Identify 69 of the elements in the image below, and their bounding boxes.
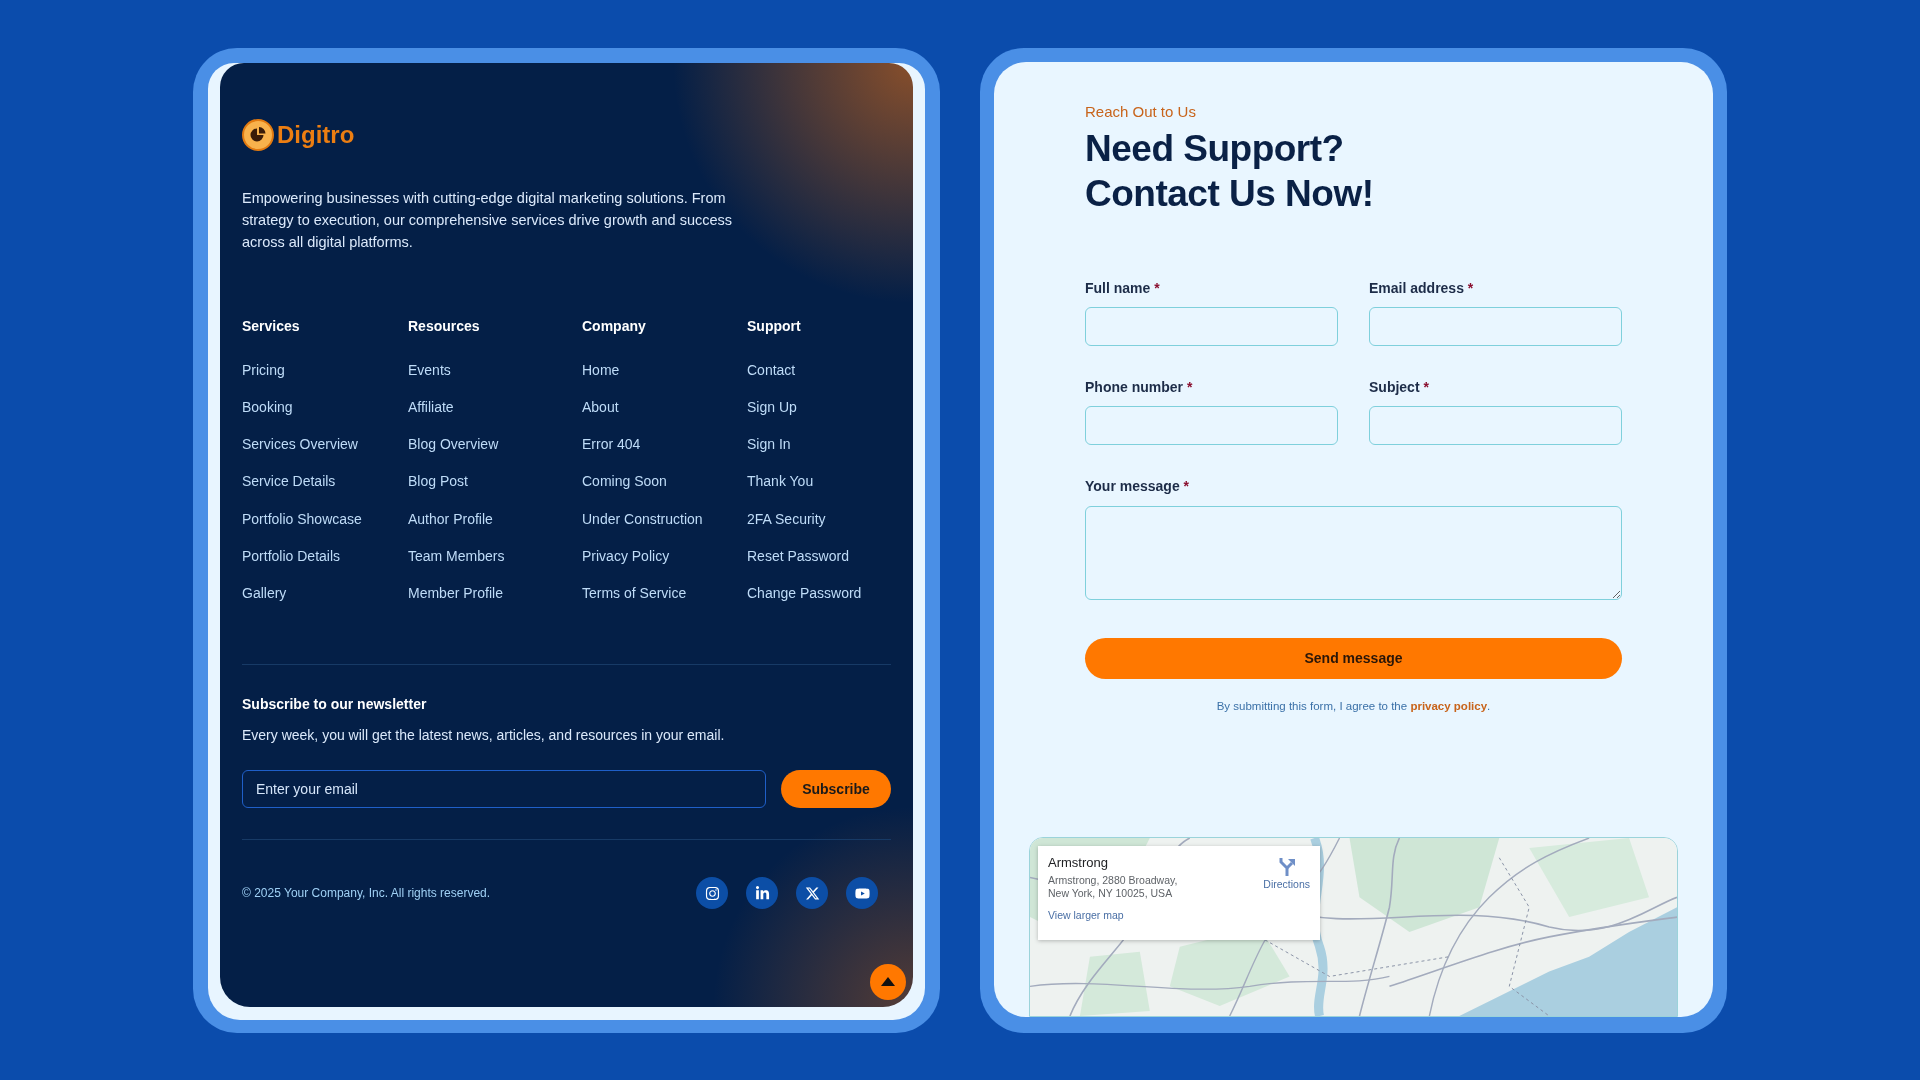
footer-link[interactable]: Privacy Policy — [582, 546, 670, 566]
brand-name: Digitro — [277, 119, 355, 150]
larger-map-link[interactable]: View larger map — [1048, 908, 1124, 922]
privacy-policy-link[interactable]: privacy policy — [1410, 699, 1488, 712]
field-label: Subject * — [1369, 377, 1429, 397]
footer-link[interactable]: Pricing — [242, 359, 285, 380]
footer-link[interactable]: Error 404 — [582, 434, 641, 455]
footer-link[interactable]: Booking — [242, 396, 293, 417]
social-button[interactable] — [796, 877, 828, 910]
triangle-up-icon — [881, 977, 895, 986]
contact-heading: Need Support? Contact Us Now! — [1085, 126, 1375, 216]
social-button[interactable] — [696, 877, 728, 910]
footer-link[interactable]: Blog Post — [408, 471, 468, 492]
footer-link[interactable]: Member Profile — [408, 583, 503, 604]
footer-link[interactable]: Portfolio Showcase — [242, 508, 362, 529]
message-field[interactable] — [1085, 505, 1622, 600]
field-label: Your message * — [1085, 476, 1189, 496]
newsletter-heading: Subscribe to our newsletter — [242, 695, 428, 715]
footer-link[interactable]: Author Profile — [408, 508, 493, 529]
instagram-icon — [704, 885, 720, 901]
consent-text: By submitting this form, I agree to the privacy policy. — [1215, 698, 1492, 714]
social-button[interactable] — [846, 877, 878, 910]
email-field[interactable]: Enter your email — [242, 770, 766, 809]
field-label: Full name * — [1085, 278, 1160, 298]
footer-link[interactable]: Sign Up — [747, 396, 797, 417]
footer-link[interactable]: Affiliate — [408, 396, 454, 417]
footer-link[interactable]: Portfolio Details — [242, 546, 341, 566]
footer-link[interactable]: Change Password — [747, 583, 862, 604]
footer-link[interactable]: Thank You — [747, 471, 814, 492]
footer-link[interactable]: Reset Password — [747, 546, 849, 566]
footer-link[interactable]: About — [582, 396, 619, 417]
eyebrow-text: Reach Out to Us — [1085, 101, 1197, 122]
fork-arrow-icon — [1278, 857, 1295, 876]
copyright-text: © 2025 Your Company, Inc. All rights reserved. — [242, 885, 491, 903]
footer-link[interactable]: Blog Overview — [408, 434, 499, 455]
newsletter-text: Every week, you will get the latest news, articles, and resources in your email. — [242, 726, 726, 746]
footer-link[interactable]: Terms of Service — [582, 583, 687, 604]
footer-link[interactable]: Events — [408, 359, 451, 380]
input-field[interactable] — [1085, 405, 1338, 445]
input-field[interactable] — [1369, 306, 1622, 346]
subscribe-button[interactable]: Subscribe — [781, 770, 891, 809]
place-address: Armstrong, 2880 Broadway, New York, NY 10025, USA — [1048, 873, 1179, 900]
column-heading: Company — [582, 316, 647, 336]
footer-link[interactable]: 2FA Security — [747, 508, 826, 529]
linkedin-icon — [754, 885, 770, 901]
footer-link[interactable]: Home — [582, 359, 620, 380]
scroll-top-button[interactable] — [870, 963, 906, 1000]
footer-link[interactable]: Coming Soon — [582, 471, 667, 492]
column-heading: Support — [747, 316, 802, 336]
footer-link[interactable]: Service Details — [242, 471, 336, 492]
column-heading: Services — [242, 316, 301, 336]
social-button[interactable] — [746, 877, 778, 910]
footer-link[interactable]: Gallery — [242, 583, 287, 604]
footer-link[interactable]: Under Construction — [582, 508, 703, 529]
input-field[interactable] — [1369, 405, 1622, 445]
send-message-button[interactable]: Send message — [1085, 637, 1622, 679]
footer-link[interactable]: Contact — [747, 359, 796, 380]
column-heading: Resources — [408, 316, 481, 336]
footer-link[interactable]: Team Members — [408, 546, 505, 566]
field-label: Email address * — [1369, 278, 1474, 298]
place-name: Armstrong — [1048, 853, 1109, 871]
field-label: Phone number * — [1085, 377, 1193, 397]
input-field[interactable] — [1085, 306, 1338, 346]
footer-link[interactable]: Services Overview — [242, 434, 358, 455]
footer-description: Empowering businesses with cutting-edge digital marketing solutions. From strategy to execution, our comprehensive services drive growth and success across all digital platforms. — [242, 188, 732, 252]
pie-chart-logo-icon — [242, 118, 274, 151]
directions-button[interactable]: Directions — [1263, 857, 1310, 891]
footer-link[interactable]: Sign In — [747, 434, 791, 455]
x-logo-icon — [804, 885, 820, 901]
